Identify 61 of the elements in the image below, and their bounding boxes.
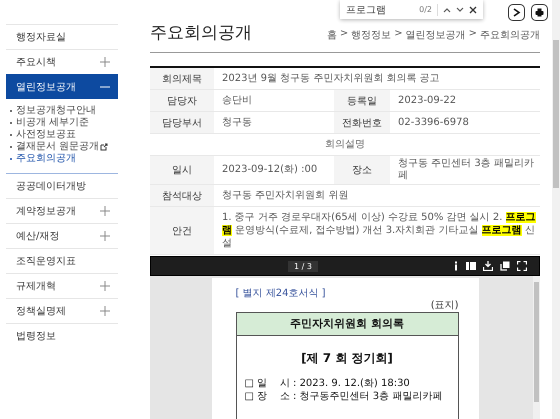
page-title: 주요회의공개 [150, 22, 252, 44]
breadcrumb-link[interactable]: 열린정보공개 [406, 28, 466, 42]
page-indicator[interactable]: 1 / 3 [288, 260, 318, 272]
breadcrumb-link[interactable]: 주요회의공개 [480, 28, 540, 42]
submenu-item[interactable]: 결재문서 원문공개 [10, 141, 108, 153]
document-heading: 주민자치위원회 회의록 [236, 313, 458, 336]
form-number: [ 별지 제24호서식 ] [236, 287, 327, 300]
table-header-cell: 담당부서 [150, 112, 214, 133]
table-header-cell: 회의제목 [150, 68, 214, 89]
submenu-item[interactable]: 사전정보공표 [10, 129, 76, 141]
download-icon[interactable] [483, 261, 493, 271]
close-icon[interactable] [469, 6, 477, 14]
table-cell-text: 2023-09-22 [397, 94, 458, 108]
submenu-item[interactable]: 주요회의공개 [10, 153, 76, 165]
submenu-item[interactable]: 비공개 세부기준 [10, 117, 90, 129]
document-line: □ 장 소 : 청구동주민센터 3층 패밀리카페 [244, 390, 442, 403]
chevron-down-icon[interactable] [456, 6, 464, 12]
document-line: □ 일 시 : 2023. 9. 12.(화) 18:30 [244, 377, 410, 390]
sidebar-item[interactable]: 예산/재정 [6, 223, 118, 248]
table-header-cell: 장소 [334, 156, 390, 184]
table-header-cell: 등록일 [334, 90, 390, 111]
table-cell-text: 송단비 [221, 94, 253, 108]
fullscreen-icon[interactable] [517, 261, 527, 271]
scrollbar[interactable] [533, 276, 540, 419]
columns-icon[interactable] [466, 262, 476, 270]
sidebar-item[interactable]: 조직운영지표 [6, 248, 118, 273]
table-cell-text: 02-3396-6978 [397, 116, 470, 130]
sidebar-item[interactable]: 공공데이터개방 [6, 174, 118, 198]
chevron-up-icon[interactable] [443, 6, 451, 12]
scrollbar[interactable] [552, 0, 560, 419]
sidebar-item[interactable]: 규제개혁 [6, 273, 118, 298]
sidebar-item[interactable]: 정책실명제 [6, 298, 118, 323]
info-icon[interactable] [453, 261, 459, 271]
sidebar-item[interactable]: 행정자료실 [6, 24, 118, 49]
table-header-cell: 안건 [150, 207, 214, 254]
table-header-cell: 전화번호 [334, 112, 390, 133]
table-cell-text: 2023년 9월 청구동 주민자치위원회 회의록 공고 [221, 72, 441, 86]
sidebar-item[interactable]: 법령정보 [6, 323, 118, 348]
sidebar-item[interactable]: 열린정보공개 [6, 74, 118, 99]
table-header-cell: 담당자 [150, 90, 214, 111]
find-field[interactable]: 프로그램 [346, 2, 414, 16]
match-count: 0/2 [419, 5, 432, 14]
table-header-cell: 일시 [150, 156, 214, 184]
table-header-cell: 참석대상 [150, 185, 214, 206]
sidebar-item[interactable]: 계약정보공개 [6, 198, 118, 223]
breadcrumb-separator: > [394, 28, 403, 41]
section-heading: 회의설명 [324, 138, 366, 152]
breadcrumb-separator: > [468, 28, 477, 41]
session-title: [제 7 회 정기회] [300, 350, 394, 367]
breadcrumb-separator: > [340, 28, 348, 41]
copy-icon[interactable] [500, 261, 510, 271]
table-cell-text: 청구동 주민자치위원회 위원 [221, 189, 350, 203]
breadcrumb-link[interactable]: 홈 [326, 28, 337, 42]
share-button[interactable] [508, 4, 525, 21]
table-cell-text: 청구동 주민센터 3층 패밀리카페 [397, 157, 535, 183]
table-cell-text: 2023-09-12(화) :00 [221, 163, 318, 177]
table-cell-text: 청구동 [221, 116, 253, 130]
cover-mark: (표지) [430, 300, 458, 312]
print-button[interactable] [531, 4, 548, 21]
submenu-item[interactable]: 정보공개청구안내 [10, 105, 96, 117]
breadcrumb-link[interactable]: 행정정보 [351, 28, 392, 42]
